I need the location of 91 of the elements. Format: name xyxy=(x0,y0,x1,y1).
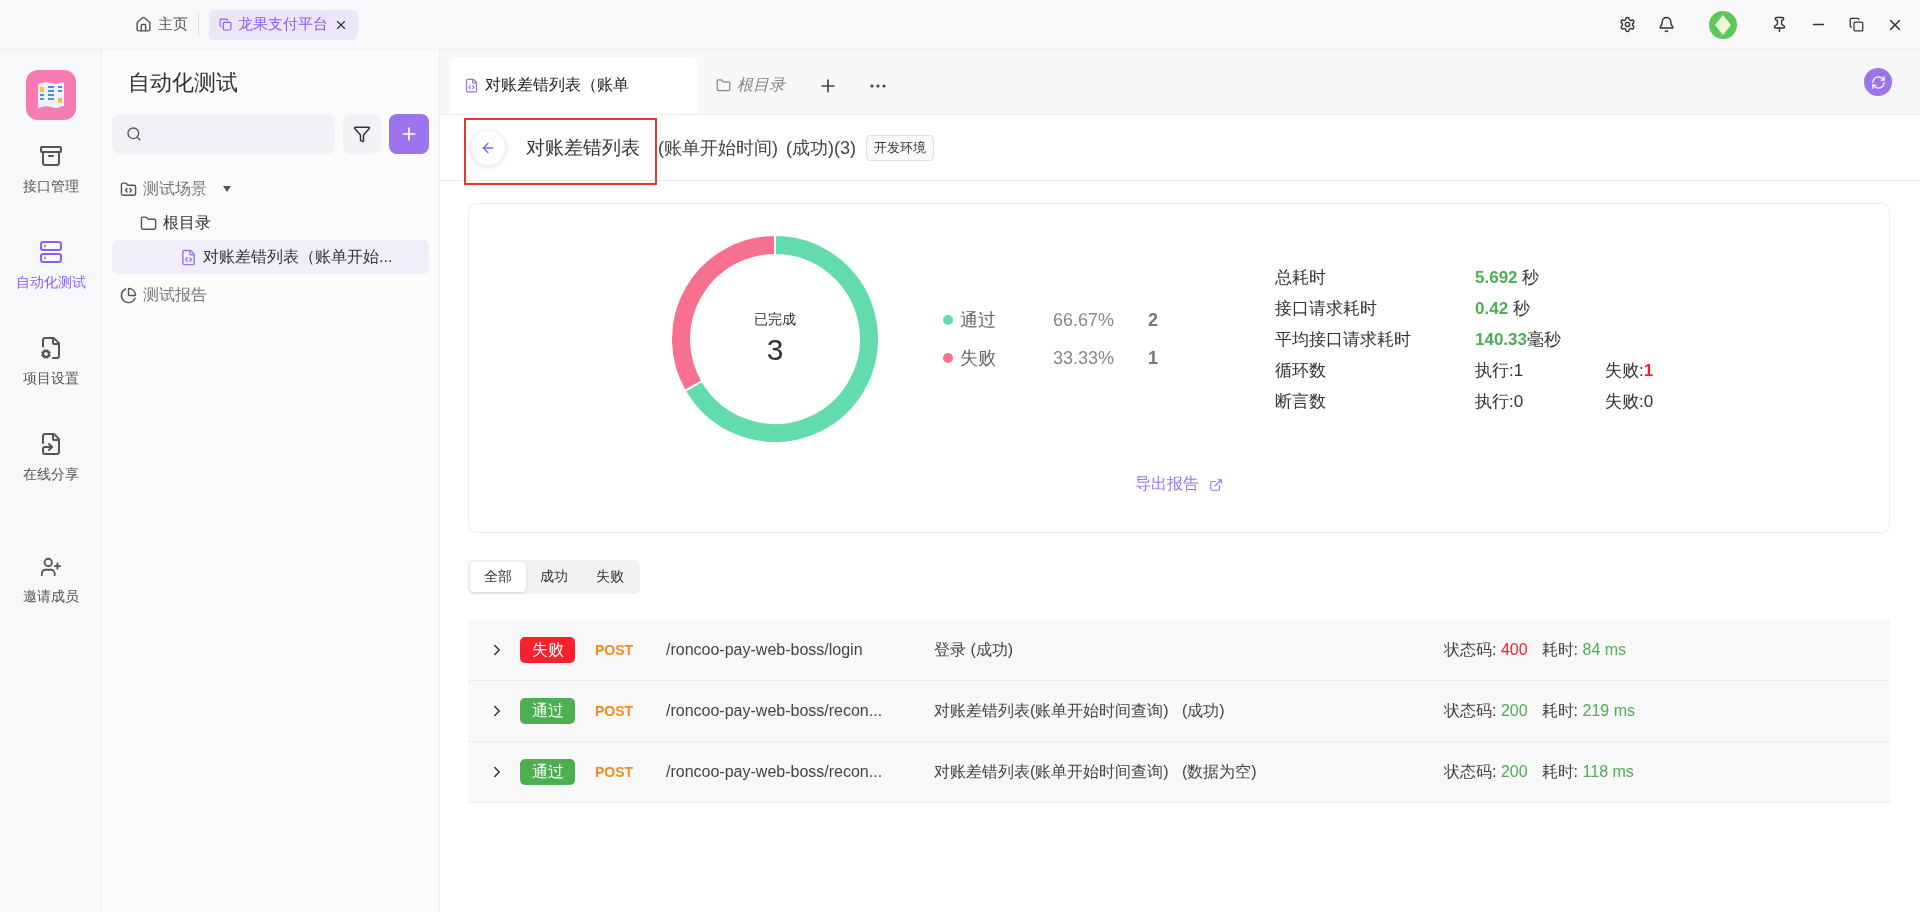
sync-button[interactable] xyxy=(1864,68,1892,96)
home-icon xyxy=(135,16,152,33)
stat-label: 平均接口请求耗时 xyxy=(1275,328,1412,351)
legend-label: 通过 xyxy=(960,309,996,332)
legend-count: 2 xyxy=(1148,309,1159,331)
legend-label: 失败 xyxy=(960,347,996,370)
stat-value: 5.692 秒 xyxy=(1475,266,1541,289)
window-tab[interactable]: 龙果支付平台 xyxy=(209,9,358,40)
tree-item[interactable]: 对账差错列表（账单开始... xyxy=(112,240,429,274)
request-name: 对账差错列表(账单开始时间查询) (成功) xyxy=(934,700,1226,721)
tree-item[interactable]: 测试场景 xyxy=(112,172,429,206)
user-plus-icon xyxy=(39,556,62,578)
request-path: /roncoo-pay-web-boss/login xyxy=(666,641,864,659)
file-code-icon xyxy=(180,248,197,266)
status-code: 状态码: 200 xyxy=(1444,700,1529,721)
restore-icon[interactable] xyxy=(1849,17,1864,32)
nav-item[interactable]: 接口管理 xyxy=(16,142,85,198)
stat-value: 失败:1 xyxy=(1605,359,1655,382)
copy-icon xyxy=(219,18,232,31)
result-row[interactable]: 通过 POST /roncoo-pay-web-boss/recon... 对账差错列表(账单开始时间查询) (成功) 状态码: 200 耗时: 219 ms xyxy=(468,681,1890,742)
stat-label: 循环数 xyxy=(1275,359,1327,382)
nav-item[interactable]: 自动化测试 xyxy=(9,238,92,294)
nav-item[interactable]: 项目设置 xyxy=(16,334,85,390)
filter-button[interactable] xyxy=(343,114,381,154)
chart-center-value: 3 xyxy=(766,333,784,367)
legend-percent: 66.67% xyxy=(1053,309,1116,331)
pin-icon[interactable] xyxy=(1771,16,1788,33)
settings-icon[interactable] xyxy=(1619,16,1636,33)
filter-tab[interactable]: 成功 xyxy=(526,562,582,592)
request-name: 对账差错列表(账单开始时间查询) (数据为空) xyxy=(934,761,1258,782)
elapsed-time: 耗时: 118 ms xyxy=(1541,761,1634,782)
result-badge: 通过 xyxy=(520,759,575,785)
folder-icon xyxy=(716,78,731,93)
elapsed-time: 耗时: 219 ms xyxy=(1541,700,1635,721)
back-button[interactable] xyxy=(471,130,505,165)
document-tab[interactable]: 对账差错列表（账单 xyxy=(450,57,698,114)
http-method: POST xyxy=(595,703,635,719)
status-code: 状态码: 200 xyxy=(1444,761,1529,782)
report-status: (成功)(3) xyxy=(786,136,856,160)
result-row[interactable]: 通过 POST /roncoo-pay-web-boss/recon... 对账差错列表(账单开始时间查询) (数据为空) 状态码: 200 耗时: 118 ms xyxy=(468,742,1890,803)
chart-center-label: 已完成 xyxy=(754,311,796,329)
more-icon xyxy=(870,83,886,88)
search-icon xyxy=(126,126,142,142)
filter-icon xyxy=(353,125,371,143)
stat-value: 失败:0 xyxy=(1605,390,1655,413)
search-field[interactable] xyxy=(112,114,335,154)
report-subtitle: (账单开始时间) xyxy=(658,136,778,160)
caret-icon xyxy=(223,186,231,192)
nav-item[interactable]: 在线分享 xyxy=(16,430,85,486)
tree-item[interactable]: 测试报告 xyxy=(112,278,429,312)
stat-value: 0.42 秒 xyxy=(1475,297,1531,320)
stat-value: 执行:0 xyxy=(1475,390,1525,413)
folder-icon xyxy=(140,214,157,232)
report-title: 对账差错列表 xyxy=(526,135,640,160)
http-method: POST xyxy=(595,764,635,780)
stat-label: 接口请求耗时 xyxy=(1275,297,1378,320)
environment-tag: 开发环境 xyxy=(866,134,934,161)
stat-label: 总耗时 xyxy=(1275,266,1327,289)
tree-item[interactable]: 根目录 xyxy=(112,206,429,240)
filter-tab[interactable]: 全部 xyxy=(470,562,526,592)
result-badge: 失败 xyxy=(520,637,575,663)
result-row[interactable]: 失败 POST /roncoo-pay-web-boss/login 登录 (成功) 状态码: 400 耗时: 84 ms xyxy=(468,620,1890,681)
tab-label: 龙果支付平台 xyxy=(238,15,328,34)
refresh-icon xyxy=(1870,74,1886,90)
result-badge: 通过 xyxy=(520,698,575,724)
filter-tab[interactable]: 失败 xyxy=(582,562,638,592)
elapsed-time: 耗时: 84 ms xyxy=(1541,639,1627,660)
request-path: /roncoo-pay-web-boss/recon... xyxy=(666,763,884,781)
server-icon xyxy=(38,240,63,264)
invite-button[interactable]: 邀请成员 xyxy=(16,554,85,608)
stat-value: 执行:1 xyxy=(1475,359,1525,382)
stat-label: 断言数 xyxy=(1275,390,1327,413)
file-gear-icon xyxy=(38,336,63,360)
http-method: POST xyxy=(595,642,635,658)
export-link[interactable]: 导出报告 xyxy=(1135,474,1223,495)
request-path: /roncoo-pay-web-boss/recon... xyxy=(666,702,884,720)
stat-value: 140.33毫秒 xyxy=(1475,328,1562,351)
archive-icon xyxy=(38,144,63,168)
sidebar-title: 自动化测试 xyxy=(127,69,239,97)
external-link-icon xyxy=(1209,477,1223,492)
bell-icon[interactable] xyxy=(1658,16,1675,33)
request-name: 登录 (成功) xyxy=(934,639,1015,660)
home-link[interactable]: 主页 xyxy=(135,15,188,34)
status-code: 状态码: 400 xyxy=(1444,639,1529,660)
app-logo xyxy=(25,70,76,120)
code-folder-icon xyxy=(120,180,137,198)
file-code-icon xyxy=(464,78,479,93)
legend-percent: 33.33% xyxy=(1053,347,1116,369)
pie-chart-icon xyxy=(120,286,137,304)
add-button[interactable] xyxy=(389,114,429,154)
legend-count: 1 xyxy=(1148,347,1159,369)
